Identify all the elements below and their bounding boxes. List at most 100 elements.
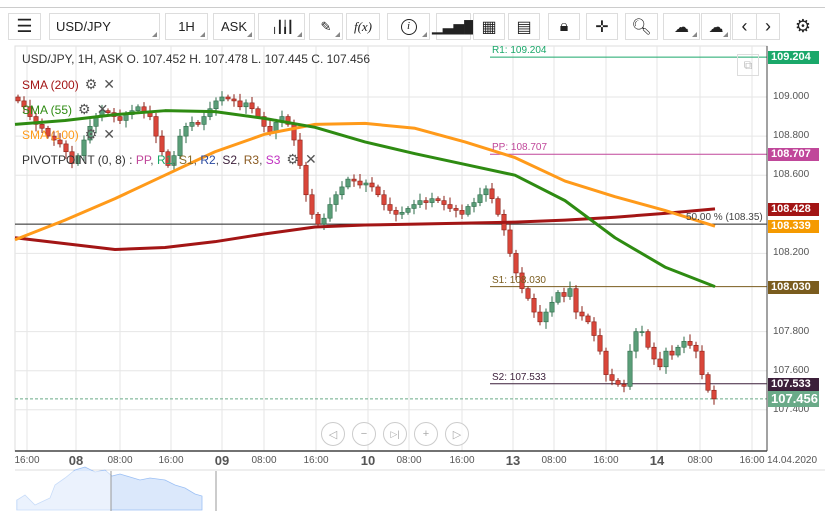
candle — [255, 108, 261, 117]
candle — [471, 202, 477, 207]
pivot-item: R1 — [156, 153, 173, 167]
pivot-level-label: PP: 108.707 — [492, 142, 548, 154]
candle — [327, 204, 333, 219]
pivot-level-label: S1: 108.030 — [492, 274, 546, 286]
candle — [657, 358, 663, 368]
gear-icon[interactable]: ⚙ — [286, 151, 299, 167]
candle — [639, 331, 645, 333]
x-tick-label: 09 — [214, 453, 230, 468]
pivot-item: , — [150, 153, 157, 167]
candle — [621, 384, 627, 387]
scroll-forward-button[interactable]: ▷ — [445, 422, 469, 446]
candle — [495, 198, 501, 215]
candle — [351, 178, 357, 182]
popout-icon: ⧉ — [743, 58, 753, 72]
last-price-box: 107.456 — [768, 390, 819, 407]
candle — [159, 135, 165, 153]
pivot-item: , — [172, 153, 179, 167]
y-tick-label: 107.600 — [773, 364, 810, 376]
sma200-legend: SMA (200) ⚙ ✕ — [22, 76, 115, 93]
candle — [483, 188, 489, 196]
scroll-back-button[interactable]: ◁ — [321, 422, 345, 446]
candle — [675, 346, 681, 356]
gear-icon[interactable]: ⚙ — [78, 101, 91, 117]
candle — [435, 198, 441, 201]
y-tick-label: 108.800 — [773, 130, 810, 142]
skip-end-icon: ▷| — [390, 428, 400, 439]
sma100-legend: SMA (100) ⚙ ✕ — [22, 126, 115, 143]
sma-price-box: 108.339 — [768, 220, 819, 234]
candle — [447, 204, 453, 209]
candle — [153, 116, 159, 137]
candle — [549, 301, 555, 313]
candle — [573, 288, 579, 313]
candle — [333, 194, 339, 205]
candle — [711, 389, 717, 400]
x-tick-label: 08:00 — [107, 455, 133, 466]
candle — [441, 200, 447, 205]
pivot-label: PIVOTPOINT (0, 8) — [22, 153, 126, 167]
candle — [687, 341, 693, 346]
candle — [525, 288, 531, 299]
x-tick-label: 16:00 — [158, 455, 184, 466]
close-icon[interactable]: ✕ — [305, 151, 317, 167]
x-tick-label: 08:00 — [541, 455, 567, 466]
candle — [303, 165, 309, 196]
sma55-legend: SMA (55) ⚙ ✕ — [22, 101, 108, 118]
candle — [465, 206, 471, 215]
pivot-item: R2 — [200, 153, 216, 167]
navigator-mask — [17, 471, 111, 511]
candle — [321, 217, 327, 225]
close-icon[interactable]: ✕ — [97, 101, 109, 117]
close-icon[interactable]: ✕ — [103, 76, 115, 92]
candle — [417, 200, 423, 205]
candle — [423, 200, 429, 203]
zoom-in-button[interactable]: + — [414, 422, 438, 446]
candle — [627, 350, 633, 387]
candle — [681, 341, 687, 348]
x-tick-label: 16:00 — [739, 455, 765, 466]
pivot-item: S2 — [222, 153, 238, 167]
candle — [375, 186, 381, 196]
candle — [513, 253, 519, 274]
candle — [531, 298, 537, 313]
candle — [609, 374, 615, 381]
x-tick-label: 13 — [505, 453, 521, 468]
fib-label: 50.00 % (108.35) — [686, 212, 763, 224]
candle — [567, 288, 573, 297]
candle — [357, 180, 363, 186]
zoom-out-button[interactable]: − — [352, 422, 376, 446]
popout-button[interactable]: ⧉ — [737, 54, 759, 76]
candle — [615, 380, 621, 385]
x-tick-label: 14.04.2020 — [766, 455, 818, 466]
candle — [123, 114, 129, 121]
candle — [369, 182, 375, 188]
close-icon[interactable]: ✕ — [103, 126, 115, 142]
pivot-legend: PIVOTPOINT (0, 8) : PP, R1, S1, R2, S2, … — [22, 151, 317, 168]
x-tick-label: 08:00 — [396, 455, 422, 466]
candle — [561, 292, 567, 297]
navigator[interactable] — [16, 466, 217, 511]
scroll-to-end-button[interactable]: ▷| — [383, 422, 407, 446]
candle — [201, 116, 207, 125]
price-box: 108.707 — [768, 148, 819, 162]
y-tick-label: 108.200 — [773, 247, 810, 259]
gear-icon[interactable]: ⚙ — [85, 76, 98, 92]
pivot-item: , — [237, 153, 244, 167]
gear-icon[interactable]: ⚙ — [85, 126, 98, 142]
candle — [339, 186, 345, 196]
candle — [237, 100, 243, 108]
candle — [387, 204, 393, 211]
chevron-right-icon: ▷ — [452, 428, 462, 441]
candle — [405, 208, 411, 213]
x-tick-label: 08:00 — [251, 455, 277, 466]
candle — [249, 102, 255, 110]
candle — [219, 96, 225, 102]
candle — [669, 350, 675, 356]
pivot-item: PP — [135, 153, 151, 167]
candle — [189, 122, 195, 127]
y-tick-label: 107.800 — [773, 325, 810, 337]
candle — [555, 292, 561, 303]
sma200-label: SMA (200) — [22, 78, 79, 92]
price-chart[interactable] — [0, 0, 825, 515]
